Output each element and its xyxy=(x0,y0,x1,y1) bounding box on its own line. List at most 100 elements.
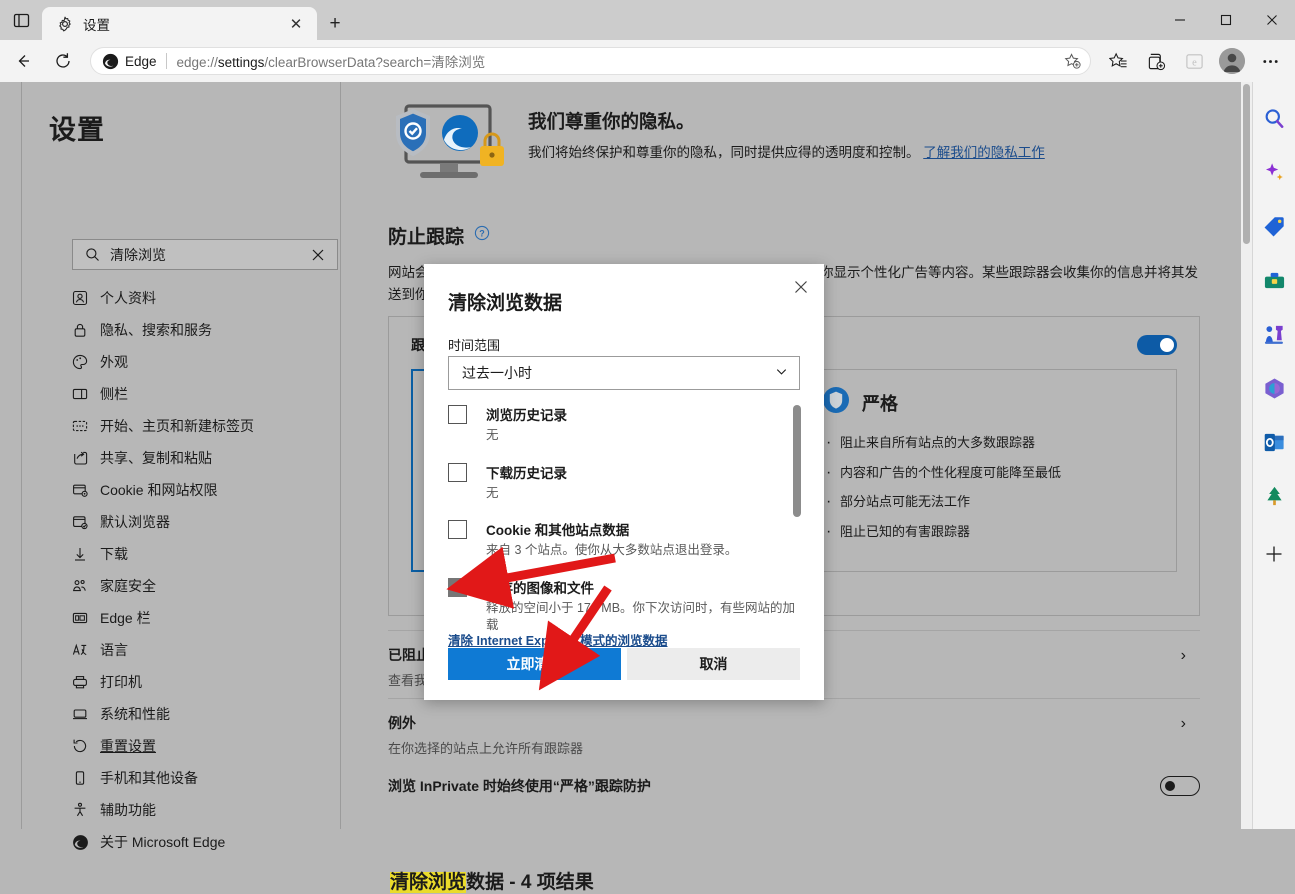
privacy-hero-text: 我们尊重你的隐私。 我们将始终保护和尊重你的隐私，同时提供应得的透明度和控制。 … xyxy=(520,100,1045,190)
profile-avatar[interactable] xyxy=(1213,44,1251,78)
sidebar-item-profile[interactable]: 个人资料 xyxy=(72,282,342,314)
checkbox[interactable] xyxy=(448,520,467,539)
maximize-button[interactable] xyxy=(1203,0,1249,40)
edge-logo-icon xyxy=(72,834,100,851)
edge-sidebar-items xyxy=(1253,82,1295,580)
collections-icon[interactable] xyxy=(1137,44,1175,78)
inprivate-toggle[interactable] xyxy=(1160,776,1200,796)
sidebar-item-start-home[interactable]: 开始、主页和新建标签页 xyxy=(72,410,342,442)
profile-icon xyxy=(72,290,100,306)
sidebar-item-family-safety[interactable]: 家庭安全 xyxy=(72,570,342,602)
sidebar-item-languages[interactable]: 语言 xyxy=(72,634,342,666)
search-icon[interactable] xyxy=(1258,102,1290,134)
new-tab-button[interactable]: + xyxy=(317,7,353,40)
lock-icon xyxy=(72,322,100,338)
outlook-icon[interactable] xyxy=(1258,426,1290,458)
clear-ie-mode-data-link[interactable]: 清除 Internet Explorer 模式的浏览数据 xyxy=(448,630,667,649)
tile-name: 严格 xyxy=(862,393,898,414)
data-type-browsing-history[interactable]: 浏览历史记录 无 xyxy=(448,404,800,445)
tools-toolbox-icon[interactable] xyxy=(1258,264,1290,296)
add-sidebar-app-button[interactable] xyxy=(1258,538,1290,570)
browser-tab[interactable]: 设置 ✕ xyxy=(42,7,317,40)
address-brand-label: Edge xyxy=(125,53,157,69)
shopping-tag-icon[interactable] xyxy=(1258,210,1290,242)
close-window-button[interactable] xyxy=(1249,0,1295,40)
row-desc: 在你选择的站点上允许所有跟踪器 xyxy=(388,741,584,756)
privacy-hero-title: 我们尊重你的隐私。 xyxy=(528,111,695,132)
add-favorite-icon[interactable] xyxy=(1060,49,1084,73)
clear-now-button[interactable]: 立即清除 xyxy=(448,648,621,680)
sidebar-item-sidebar[interactable]: 侧栏 xyxy=(72,378,342,410)
cancel-button[interactable]: 取消 xyxy=(627,648,800,680)
microsoft365-icon[interactable] xyxy=(1258,372,1290,404)
checkbox[interactable] xyxy=(448,462,467,482)
chevron-right-icon: › xyxy=(1180,715,1186,732)
dialog-buttons: 立即清除 取消 xyxy=(448,648,800,680)
sidebar-item-cookies[interactable]: Cookie 和网站权限 xyxy=(72,474,342,506)
section-title-text: 防止跟踪 xyxy=(388,227,465,248)
tab-title: 设置 xyxy=(83,17,110,33)
tab-search-icon[interactable] xyxy=(0,0,42,40)
sidebar-item-edge-bar[interactable]: Edge 栏 xyxy=(72,602,342,634)
sidebar-item-label: 语言 xyxy=(100,642,128,658)
sidebar-item-label: 家庭安全 xyxy=(100,578,156,594)
settings-more-icon[interactable] xyxy=(1251,44,1289,78)
address-bar[interactable]: Edge edge://settings/clearBrowserData?se… xyxy=(90,47,1091,75)
sidebar-item-accessibility[interactable]: 辅助功能 xyxy=(72,794,342,826)
help-icon[interactable]: ? xyxy=(474,225,490,247)
tile-bullet: 阻止已知的有害跟踪器 xyxy=(822,520,1158,543)
games-chess-icon[interactable] xyxy=(1258,318,1290,350)
drop-tree-icon[interactable] xyxy=(1258,480,1290,512)
row-exceptions[interactable]: 例外 在你选择的站点上允许所有跟踪器 › xyxy=(388,698,1200,757)
language-icon xyxy=(72,642,100,658)
page-scrollbar[interactable] xyxy=(1241,82,1252,829)
sidebar-item-appearance[interactable]: 外观 xyxy=(72,346,342,378)
data-type-cached-images[interactable]: 缓存的图像和文件 释放的空间小于 179 MB。你下次访问时，有些网站的加载 xyxy=(448,577,800,635)
ie-mode-icon[interactable]: e xyxy=(1175,44,1213,78)
privacy-learn-more-link[interactable]: 了解我们的隐私工作 xyxy=(923,145,1045,160)
data-type-cookies[interactable]: Cookie 和其他站点数据 来自 3 个站点。使你从大多数站点退出登录。 xyxy=(448,519,800,560)
dialog-close-icon[interactable] xyxy=(786,272,816,302)
sidebar-item-share-copy-paste[interactable]: 共享、复制和粘贴 xyxy=(72,442,342,474)
svg-text:e: e xyxy=(1192,57,1197,68)
sidebar-item-phone-devices[interactable]: 手机和其他设备 xyxy=(72,762,342,794)
sidebar-item-downloads[interactable]: 下载 xyxy=(72,538,342,570)
share-icon xyxy=(72,450,100,466)
clear-search-icon[interactable] xyxy=(307,248,329,262)
sidebar-item-privacy[interactable]: 隐私、搜索和服务 xyxy=(72,314,342,346)
search-results-rest: 数据 - 4 项结果 xyxy=(466,872,594,893)
palette-icon xyxy=(72,354,100,370)
dialog-scrollbar-thumb[interactable] xyxy=(793,405,801,517)
sidebar-item-default-browser[interactable]: 默认浏览器 xyxy=(72,506,342,538)
settings-search-input[interactable]: 清除浏览 xyxy=(72,239,338,270)
sidebar-item-label: 下载 xyxy=(100,546,128,562)
address-separator xyxy=(165,53,167,69)
sidebar-item-about-edge[interactable]: 关于 Microsoft Edge xyxy=(72,826,342,858)
back-button[interactable] xyxy=(6,44,40,78)
inprivate-label: 浏览 InPrivate 时始终使用“严格”跟踪防护 xyxy=(388,778,651,794)
time-range-value: 过去一小时 xyxy=(462,365,532,381)
checkbox[interactable] xyxy=(448,577,467,597)
tile-bullet: 部分站点可能无法工作 xyxy=(822,490,1158,513)
sidebar-item-label: 手机和其他设备 xyxy=(100,770,198,786)
minimize-button[interactable] xyxy=(1157,0,1203,40)
copilot-sparkle-icon[interactable] xyxy=(1258,156,1290,188)
data-type-download-history[interactable]: 下载历史记录 无 xyxy=(448,462,800,503)
tab-close-icon[interactable]: ✕ xyxy=(285,13,307,35)
edge-sidebar xyxy=(1252,82,1295,829)
favorites-icon[interactable] xyxy=(1099,44,1137,78)
sidebar-item-system-performance[interactable]: 系统和性能 xyxy=(72,698,342,730)
sidebar-icon xyxy=(72,386,100,402)
time-range-select[interactable]: 过去一小时 xyxy=(448,356,800,390)
sidebar-item-printers[interactable]: 打印机 xyxy=(72,666,342,698)
tracking-prevention-toggle[interactable] xyxy=(1137,335,1177,355)
checkbox[interactable] xyxy=(448,405,467,424)
sidebar-item-label: 辅助功能 xyxy=(100,802,156,818)
reload-button[interactable] xyxy=(46,44,80,78)
search-icon xyxy=(81,247,103,262)
item-desc: 无 xyxy=(486,428,499,442)
browser-toolbar: Edge edge://settings/clearBrowserData?se… xyxy=(0,40,1295,82)
page-scrollbar-thumb[interactable] xyxy=(1243,84,1250,244)
tracking-tile-strict[interactable]: 严格 阻止来自所有站点的大多数跟踪器 内容和广告的个性化程度可能降至最低 部分站… xyxy=(803,369,1177,572)
sidebar-item-reset-settings[interactable]: 重置设置 xyxy=(72,730,342,762)
